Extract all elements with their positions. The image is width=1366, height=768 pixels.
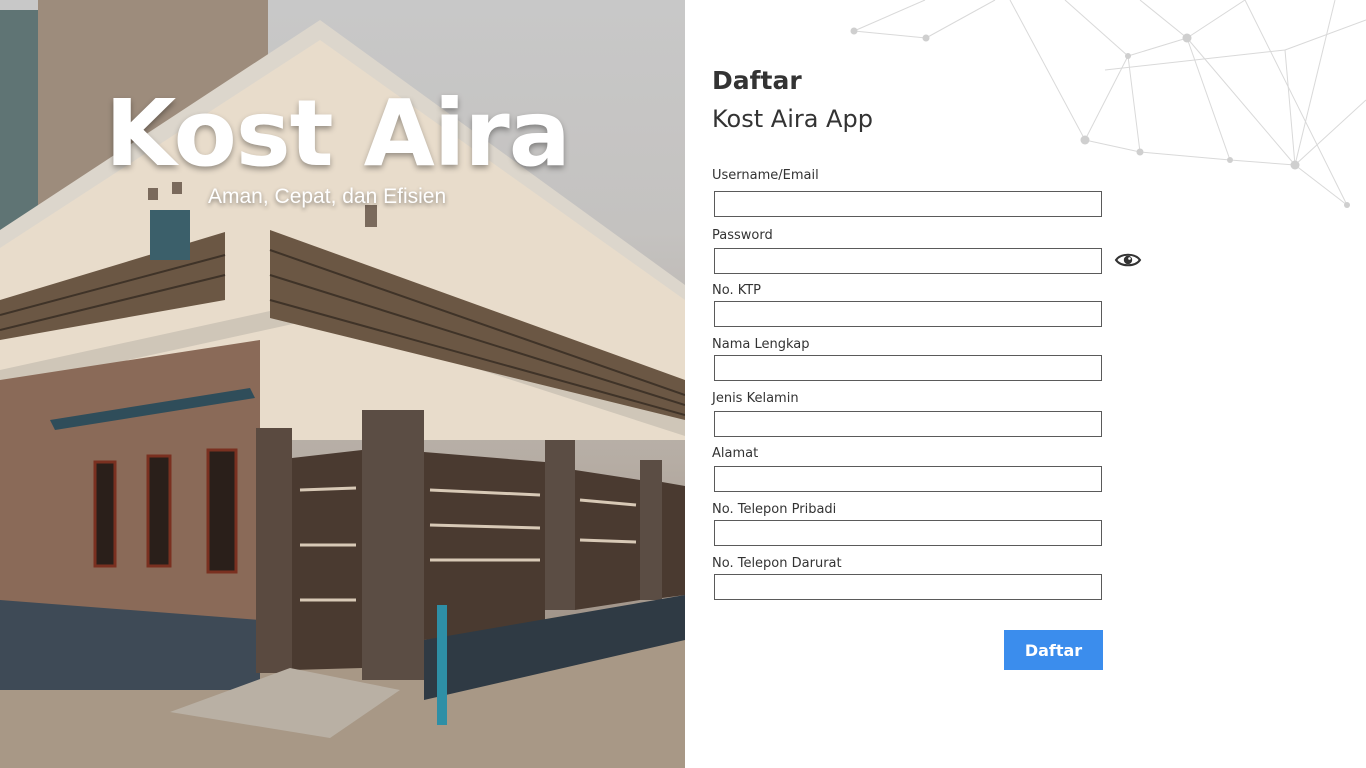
registration-panel: Daftar Kost Aira App Username/Email Pass… [685,0,1366,768]
form-subheading: Kost Aira App [712,105,873,133]
password-field[interactable] [714,248,1102,274]
ktp-label: No. KTP [712,283,762,298]
eye-icon[interactable] [1114,250,1142,270]
full-name-label: Nama Lengkap [712,337,810,352]
gender-label: Jenis Kelamin [712,391,799,406]
ktp-field[interactable] [714,301,1102,327]
username-label: Username/Email [712,168,819,183]
form-heading: Daftar [712,66,802,95]
address-field[interactable] [714,466,1102,492]
hero-subtitle: Aman, Cepat, dan Efisien [208,185,447,208]
hero-title: Kost Aira [105,80,571,187]
full-name-field[interactable] [714,355,1102,381]
personal-phone-field[interactable] [714,520,1102,546]
password-label: Password [712,228,773,243]
address-label: Alamat [712,446,759,461]
gender-field[interactable] [714,411,1102,437]
username-email-field[interactable] [714,191,1102,217]
register-button[interactable]: Daftar [1004,630,1103,670]
emergency-phone-field[interactable] [714,574,1102,600]
hero-panel: Kost Aira Aman, Cepat, dan Efisien [0,0,685,768]
personal-phone-label: No. Telepon Pribadi [712,502,837,517]
emergency-phone-label: No. Telepon Darurat [712,556,842,571]
